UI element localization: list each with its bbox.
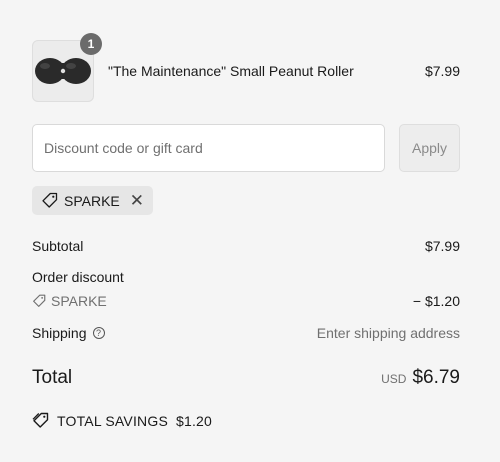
- savings-row: TOTAL SAVINGS $1.20: [32, 412, 460, 429]
- discount-code-row: SPARKE − $1.20: [32, 293, 460, 309]
- product-name: "The Maintenance" Small Peanut Roller: [108, 63, 354, 79]
- quantity-badge: 1: [80, 33, 102, 55]
- savings-value: $1.20: [176, 412, 213, 429]
- total-value: $6.79: [412, 367, 460, 388]
- total-label: Total: [32, 367, 73, 388]
- order-discount-row: Order discount: [32, 269, 460, 285]
- applied-code-label: SPARKE: [64, 192, 120, 209]
- peanut-roller-image: [35, 58, 91, 84]
- order-discount-label: Order discount: [32, 269, 124, 285]
- order-summary: 1 "The Maintenance" Small Peanut Roller …: [0, 0, 500, 462]
- shipping-value: Enter shipping address: [316, 325, 460, 341]
- product-price: $7.99: [424, 63, 460, 79]
- currency-code: USD: [381, 372, 407, 386]
- close-icon[interactable]: ✕: [130, 192, 144, 209]
- total-row: Total USD $6.79: [32, 367, 460, 389]
- line-item: 1 "The Maintenance" Small Peanut Roller …: [32, 33, 460, 102]
- discount-code-input[interactable]: [32, 124, 385, 172]
- tag-icon: [33, 294, 46, 307]
- savings-label: TOTAL SAVINGS: [57, 412, 168, 429]
- subtotal-value: $7.99: [424, 238, 460, 254]
- subtotal-row: Subtotal $7.99: [32, 238, 460, 254]
- shipping-label: Shipping: [32, 325, 87, 341]
- product-thumbnail: 1: [32, 33, 102, 102]
- total-savings: TOTAL SAVINGS $1.20: [32, 412, 212, 429]
- total-amount: USD $6.79: [381, 367, 460, 389]
- savings-tag-icon: [32, 412, 49, 428]
- subtotal-label: Subtotal: [32, 238, 84, 254]
- shipping-row: Shipping ? Enter shipping address: [32, 325, 460, 341]
- tag-icon: [42, 192, 58, 208]
- help-icon[interactable]: ?: [92, 327, 105, 339]
- discount-form: Apply: [32, 124, 460, 172]
- applied-discount-chip: SPARKE ✕: [32, 186, 154, 215]
- discount-code-text: SPARKE: [51, 293, 107, 309]
- discount-code-label: SPARKE: [32, 293, 107, 309]
- apply-button[interactable]: Apply: [399, 124, 460, 172]
- shipping-label-wrap: Shipping ?: [32, 325, 105, 341]
- discount-value: − $1.20: [412, 293, 460, 309]
